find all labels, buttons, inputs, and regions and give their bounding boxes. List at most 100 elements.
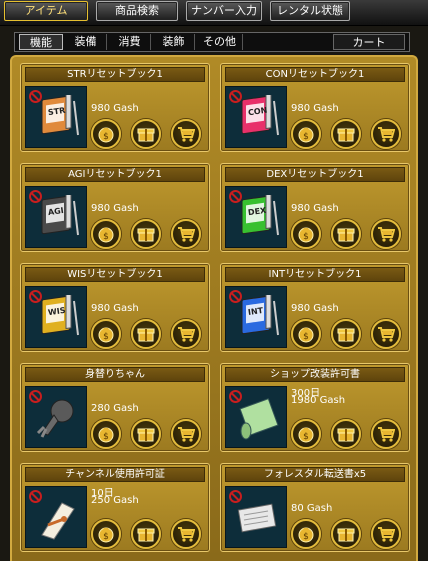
- buy-coin-button[interactable]: $: [91, 419, 121, 449]
- add-to-cart-button[interactable]: [371, 419, 401, 449]
- add-to-cart-button[interactable]: [171, 319, 201, 349]
- gift-button[interactable]: [331, 119, 361, 149]
- item-card: チャンネル使用許可証 10日 250 Gash $: [20, 463, 210, 552]
- gift-button[interactable]: [131, 519, 161, 549]
- item-name: WISリセットブック1: [25, 267, 205, 282]
- gift-button[interactable]: [331, 319, 361, 349]
- restricted-icon: [29, 90, 42, 103]
- restricted-icon: [29, 290, 42, 303]
- tab-number-input[interactable]: ナンバー入力: [186, 1, 262, 21]
- gift-button[interactable]: [131, 119, 161, 149]
- item-card: ショップ改装許可書 300日 1980 Gash $: [220, 363, 410, 452]
- tab-function[interactable]: 機能: [19, 34, 63, 50]
- svg-text:$: $: [103, 432, 109, 442]
- item-card: INTリセットブック1 INT 980 Gash $: [220, 263, 410, 352]
- restricted-icon: [229, 190, 242, 203]
- item-card: CONリセットブック1 CON 980 Gash $: [220, 63, 410, 152]
- tab-other[interactable]: その他: [197, 34, 243, 50]
- svg-text:$: $: [303, 132, 309, 142]
- channel-scroll-icon: [25, 486, 87, 548]
- buy-coin-button[interactable]: $: [291, 219, 321, 249]
- item-price: 980 Gash: [291, 103, 339, 114]
- item-card: STRリセットブック1 STR 980 Gash $: [20, 63, 210, 152]
- gift-button[interactable]: [331, 419, 361, 449]
- substitute-doll-icon: [25, 386, 87, 448]
- svg-text:$: $: [103, 332, 109, 342]
- item-list-panel: STRリセットブック1 STR 980 Gash $ CONリセットブック1 CON 980…: [10, 55, 418, 561]
- agi-reset-book-icon: AGI: [25, 186, 87, 248]
- item-card: WISリセットブック1 WIS 980 Gash $: [20, 263, 210, 352]
- buy-coin-button[interactable]: $: [291, 419, 321, 449]
- buy-coin-button[interactable]: $: [291, 119, 321, 149]
- restricted-icon: [229, 290, 242, 303]
- item-name: CONリセットブック1: [225, 67, 405, 82]
- gift-button[interactable]: [331, 219, 361, 249]
- tab-item[interactable]: アイテム: [4, 1, 88, 21]
- buy-coin-button[interactable]: $: [91, 119, 121, 149]
- buy-coin-button[interactable]: $: [91, 219, 121, 249]
- add-to-cart-button[interactable]: [171, 119, 201, 149]
- add-to-cart-button[interactable]: [371, 519, 401, 549]
- add-to-cart-button[interactable]: [171, 219, 201, 249]
- item-name: フォレスタル転送書x5: [225, 467, 405, 482]
- gift-button[interactable]: [331, 519, 361, 549]
- buy-coin-button[interactable]: $: [91, 519, 121, 549]
- svg-text:$: $: [303, 332, 309, 342]
- svg-text:$: $: [303, 432, 309, 442]
- restricted-icon: [29, 390, 42, 403]
- int-reset-book-icon: INT: [225, 286, 287, 348]
- item-price: 1980 Gash: [291, 395, 346, 406]
- svg-text:$: $: [303, 532, 309, 542]
- add-to-cart-button[interactable]: [371, 119, 401, 149]
- gift-button[interactable]: [131, 319, 161, 349]
- item-price: 250 Gash: [91, 495, 139, 506]
- restricted-icon: [229, 490, 242, 503]
- item-price: 80 Gash: [291, 503, 333, 514]
- item-card: DEXリセットブック1 DEX 980 Gash $: [220, 163, 410, 252]
- wis-reset-book-icon: WIS: [25, 286, 87, 348]
- item-name: AGIリセットブック1: [25, 167, 205, 182]
- item-name: INTリセットブック1: [225, 267, 405, 282]
- add-to-cart-button[interactable]: [371, 319, 401, 349]
- svg-text:$: $: [103, 232, 109, 242]
- svg-text:$: $: [103, 532, 109, 542]
- buy-coin-button[interactable]: $: [291, 319, 321, 349]
- svg-text:$: $: [103, 132, 109, 142]
- add-to-cart-button[interactable]: [171, 419, 201, 449]
- tab-cart[interactable]: カート: [333, 34, 405, 50]
- tab-consumable[interactable]: 消費: [109, 34, 151, 50]
- add-to-cart-button[interactable]: [171, 519, 201, 549]
- item-name: チャンネル使用許可証: [25, 467, 205, 482]
- tab-rental-status[interactable]: レンタル状態: [270, 1, 350, 21]
- item-price: 280 Gash: [91, 403, 139, 414]
- buy-coin-button[interactable]: $: [291, 519, 321, 549]
- gift-button[interactable]: [131, 419, 161, 449]
- restricted-icon: [229, 90, 242, 103]
- tab-decoration[interactable]: 装飾: [153, 34, 195, 50]
- item-price: 980 Gash: [91, 303, 139, 314]
- tab-product-search[interactable]: 商品検索: [96, 1, 178, 21]
- restricted-icon: [229, 390, 242, 403]
- item-price: 980 Gash: [91, 203, 139, 214]
- dex-reset-book-icon: DEX: [225, 186, 287, 248]
- item-name: DEXリセットブック1: [225, 167, 405, 182]
- item-card: フォレスタル転送書x5 80 Gash $: [220, 463, 410, 552]
- restricted-icon: [29, 490, 42, 503]
- item-card: AGIリセットブック1 AGI 980 Gash $: [20, 163, 210, 252]
- str-reset-book-icon: STR: [25, 86, 87, 148]
- top-tab-bar: アイテム 商品検索 ナンバー入力 レンタル状態: [0, 0, 428, 26]
- item-card: 身替りちゃん 280 Gash $: [20, 363, 210, 452]
- restricted-icon: [29, 190, 42, 203]
- con-reset-book-icon: CON: [225, 86, 287, 148]
- gift-button[interactable]: [131, 219, 161, 249]
- transfer-scroll-icon: [225, 486, 287, 548]
- tab-equipment[interactable]: 装備: [65, 34, 107, 50]
- item-price: 980 Gash: [291, 303, 339, 314]
- category-tab-bar: 機能 装備 消費 装飾 その他 カート: [14, 32, 410, 52]
- item-price: 980 Gash: [91, 103, 139, 114]
- svg-text:$: $: [303, 232, 309, 242]
- add-to-cart-button[interactable]: [371, 219, 401, 249]
- item-price: 980 Gash: [291, 203, 339, 214]
- buy-coin-button[interactable]: $: [91, 319, 121, 349]
- item-name: ショップ改装許可書: [225, 367, 405, 382]
